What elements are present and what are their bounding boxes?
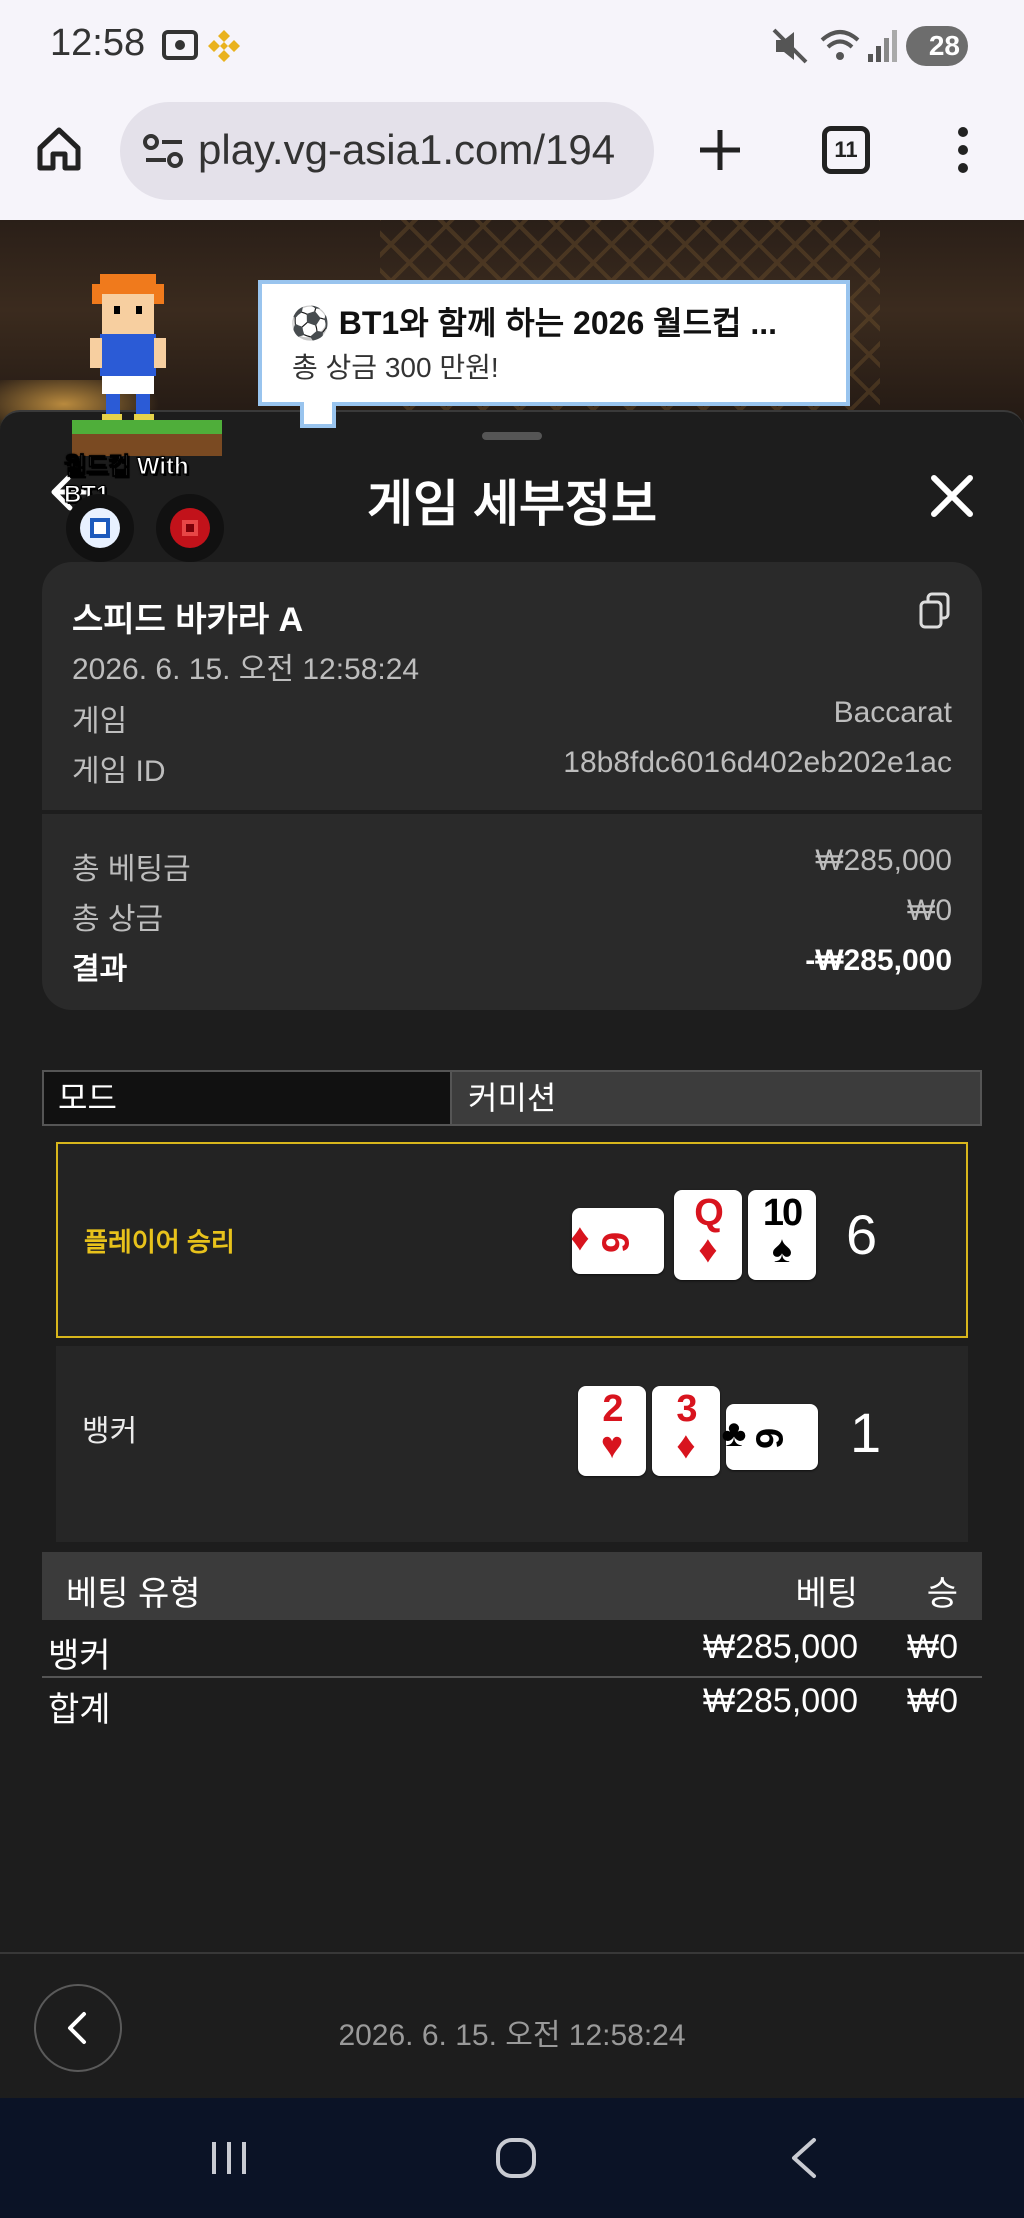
player-result-row: 플레이어 승리 6 ♦ Q ♦ 10 ♠ 6: [56, 1142, 968, 1338]
bet-table-header: 베팅 유형 베팅 승: [42, 1552, 982, 1620]
result-row: 결과 -₩285,000: [72, 944, 952, 988]
playing-card: 6 ♦: [570, 1208, 664, 1274]
home-button-icon[interactable]: [494, 2136, 538, 2180]
player-result-label: 플레이어 승리: [84, 1227, 235, 1257]
promo-subtitle: 총 상금 300 만원!: [292, 352, 499, 383]
bet-type-cell: 합계: [48, 1691, 111, 1729]
card-divider: [42, 810, 982, 814]
footer-divider: [0, 1952, 1024, 1954]
table-row: 뱅커 ₩285,000 ₩0: [42, 1622, 982, 1678]
card-suit: ♠: [771, 1229, 793, 1271]
game-type-row: 게임 Baccarat: [72, 696, 952, 740]
signal-icon: [868, 30, 897, 62]
binance-icon: [208, 30, 240, 62]
promo-badge: 월드컵 With BT1: [64, 453, 190, 509]
wifi-icon: [820, 30, 860, 60]
bet-win-cell: ₩0: [907, 1682, 958, 1720]
mode-label: 모드: [44, 1072, 450, 1124]
total-bet-row: 총 베팅금 ₩285,000: [72, 844, 952, 888]
tab-switcher-button[interactable]: 11: [822, 126, 870, 174]
game-id-label: 게임 ID: [72, 755, 166, 788]
banker-score: 1: [850, 1401, 882, 1464]
card-suit: ♣: [721, 1413, 747, 1455]
promo-banner[interactable]: ⚽ BT1와 함께 하는 2026 월드컵 ... 총 상금 300 만원!: [258, 280, 850, 406]
playing-card: Q ♦: [674, 1190, 742, 1280]
total-bet-value: ₩285,000: [815, 844, 952, 877]
team-flag-icon: [156, 494, 224, 562]
playing-card: 3 ♦: [652, 1386, 720, 1476]
total-win-row: 총 상금 ₩0: [72, 894, 952, 938]
game-name: 스피드 바카라 A: [72, 601, 304, 639]
card-suit: ♥: [600, 1425, 624, 1467]
system-navigation-bar: [0, 2098, 1024, 2218]
recent-apps-icon[interactable]: [206, 2138, 252, 2178]
copy-icon[interactable]: [918, 592, 952, 630]
battery-indicator: 28: [906, 26, 968, 66]
drag-handle[interactable]: [482, 432, 542, 440]
browser-toolbar: play.vg-asia1.com/194 11: [0, 96, 1024, 220]
player-score: 6: [846, 1203, 878, 1266]
bet-win-header: 승: [926, 1575, 958, 1613]
status-time: 12:58: [50, 22, 146, 64]
more-menu-icon[interactable]: [950, 124, 976, 176]
site-settings-icon[interactable]: [142, 132, 186, 170]
address-bar[interactable]: play.vg-asia1.com/194: [120, 102, 654, 200]
bet-type-cell: 뱅커: [48, 1637, 111, 1675]
game-details-panel: 게임 세부정보 스피드 바카라 A 2026. 6. 15. 오전 12:58:…: [0, 410, 1024, 2100]
close-icon[interactable]: [928, 472, 976, 520]
home-icon[interactable]: [34, 124, 84, 174]
playing-card: 2 ♥: [578, 1386, 646, 1476]
bet-type-header: 베팅 유형: [66, 1575, 201, 1613]
system-back-icon[interactable]: [786, 2136, 822, 2180]
total-win-label: 총 상금: [72, 903, 164, 936]
bet-amount-cell: ₩285,000: [703, 1682, 858, 1720]
screenshot-icon: [162, 30, 198, 60]
footer-datetime: 2026. 6. 15. 오전 12:58:24: [338, 2019, 686, 2052]
promo-bubble-tail: [300, 402, 336, 428]
total-bet-label: 총 베팅금: [72, 853, 191, 886]
mute-icon: [772, 28, 808, 64]
result-label: 결과: [72, 953, 128, 986]
bet-amount-header: 베팅: [795, 1575, 858, 1613]
status-bar: 12:58 28: [0, 0, 1024, 96]
card-suit: ♦: [676, 1425, 696, 1467]
game-id-value: 18b8fdc6016d402eb202e1ac: [563, 746, 952, 779]
game-datetime: 2026. 6. 15. 오전 12:58:24: [72, 653, 420, 686]
mode-value: 커미션: [450, 1072, 980, 1124]
url-text[interactable]: play.vg-asia1.com/194: [198, 126, 638, 174]
team-flag-icon: [66, 494, 134, 562]
result-value: -₩285,000: [805, 944, 952, 977]
game-type-label: 게임: [72, 705, 128, 738]
card-suit: ♦: [698, 1229, 718, 1271]
promo-title: ⚽ BT1와 함께 하는 2026 월드컵 ...: [290, 305, 778, 341]
bet-win-cell: ₩0: [907, 1628, 958, 1666]
total-win-value: ₩0: [907, 894, 952, 927]
game-id-row: 게임 ID 18b8fdc6016d402eb202e1ac: [72, 746, 952, 790]
card-suit: ♦: [570, 1217, 590, 1259]
mode-bar: 모드 커미션: [42, 1070, 982, 1126]
banker-result-label: 뱅커: [82, 1415, 138, 1448]
playing-card: 6 ♣: [722, 1404, 818, 1470]
table-row: 합계 ₩285,000 ₩0: [42, 1678, 982, 1732]
banker-result-row: 뱅커 2 ♥ 3 ♦ 6 ♣ 1: [56, 1346, 968, 1542]
bet-amount-cell: ₩285,000: [703, 1628, 858, 1666]
game-type-value: Baccarat: [833, 696, 952, 729]
new-tab-icon[interactable]: [696, 126, 744, 174]
game-info-card: 스피드 바카라 A 2026. 6. 15. 오전 12:58:24 게임 Ba…: [42, 562, 982, 1010]
playing-card: 10 ♠: [748, 1190, 816, 1280]
